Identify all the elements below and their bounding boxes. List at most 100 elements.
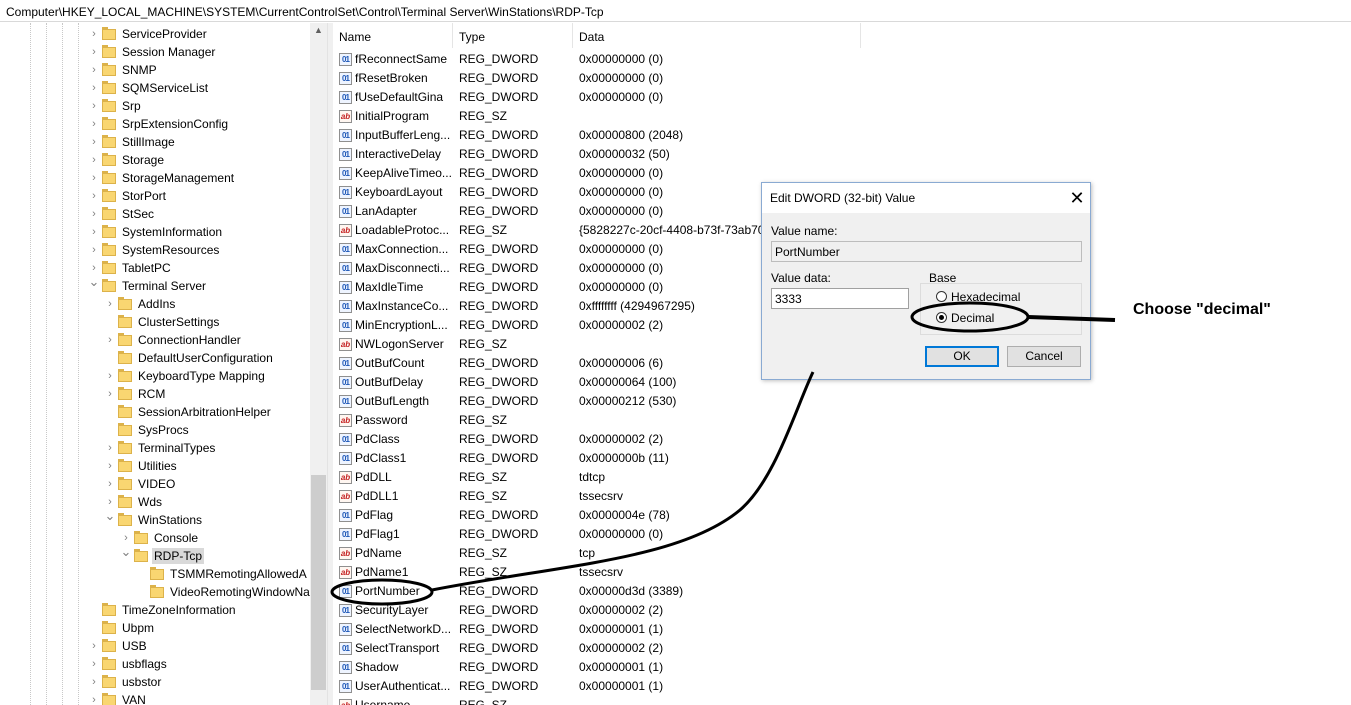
tree-item[interactable]: SysProcs — [104, 421, 191, 439]
tree-item[interactable]: › SystemResources — [88, 241, 221, 259]
tree-item[interactable]: › RCM — [104, 385, 167, 403]
value-name-field[interactable]: PortNumber — [771, 241, 1082, 262]
value-row[interactable]: 01 UserAuthenticat... REG_DWORD 0x00000001 … — [333, 677, 1351, 696]
hexadecimal-radio[interactable] — [936, 291, 947, 302]
tree-item[interactable]: › Srp — [88, 97, 143, 115]
value-row[interactable]: 01 PdFlag REG_DWORD 0x0000004e (78) — [333, 506, 1351, 525]
tree-item[interactable]: › SystemInformation — [88, 223, 224, 241]
tree-item[interactable]: › StillImage — [88, 133, 177, 151]
ok-button[interactable]: OK — [925, 346, 999, 367]
chevron-right-icon[interactable]: › — [104, 439, 116, 457]
tree-item[interactable]: › SNMP — [88, 61, 159, 79]
chevron-down-icon[interactable]: ⌄ — [104, 509, 116, 529]
registry-tree[interactable]: › ServiceProvider › Session Manager › SNMP › SQ… — [0, 23, 310, 705]
value-row[interactable]: 01 InputBufferLeng... REG_DWORD 0x00000800 … — [333, 126, 1351, 145]
tree-item[interactable]: › SQMServiceList — [88, 79, 210, 97]
value-row[interactable]: ab PdDLL1 REG_SZ tssecsrv — [333, 487, 1351, 506]
chevron-right-icon[interactable]: › — [104, 457, 116, 475]
value-row[interactable]: ab Password REG_SZ — [333, 411, 1351, 430]
tree-item[interactable]: TSMMRemotingAllowedA — [136, 565, 309, 583]
tree-item[interactable]: › ServiceProvider — [88, 25, 209, 43]
value-row[interactable]: 01 PdClass REG_DWORD 0x00000002 (2) — [333, 430, 1351, 449]
tree-item[interactable]: TimeZoneInformation — [88, 601, 238, 619]
value-row[interactable]: 01 SecurityLayer REG_DWORD 0x00000002 (2) — [333, 601, 1351, 620]
chevron-right-icon[interactable]: › — [88, 43, 100, 61]
chevron-right-icon[interactable]: › — [104, 475, 116, 493]
chevron-right-icon[interactable]: › — [88, 133, 100, 151]
tree-item[interactable]: VideoRemotingWindowNa — [136, 583, 310, 601]
chevron-right-icon[interactable]: › — [88, 223, 100, 241]
tree-item[interactable]: › VAN — [88, 691, 148, 705]
tree-item[interactable]: › StSec — [88, 205, 156, 223]
scroll-thumb[interactable] — [311, 475, 326, 690]
value-row[interactable]: 01 PdFlag1 REG_DWORD 0x00000000 (0) — [333, 525, 1351, 544]
value-row[interactable]: ab PdName1 REG_SZ tssecsrv — [333, 563, 1351, 582]
tree-item[interactable]: SessionArbitrationHelper — [104, 403, 273, 421]
value-row[interactable]: 01 PortNumber REG_DWORD 0x00000d3d (3389) — [333, 582, 1351, 601]
tree-item[interactable]: › StorageManagement — [88, 169, 236, 187]
tree-item[interactable]: › TerminalTypes — [104, 439, 217, 457]
close-icon[interactable]: ✕ — [1066, 185, 1088, 209]
value-row[interactable]: 01 fUseDefaultGina REG_DWORD 0x00000000 (0) — [333, 88, 1351, 107]
tree-item[interactable]: › ConnectionHandler — [104, 331, 243, 349]
tree-item[interactable]: › VIDEO — [104, 475, 177, 493]
value-row[interactable]: 01 fReconnectSame REG_DWORD 0x00000000 (0) — [333, 50, 1351, 69]
tree-item[interactable]: › SrpExtensionConfig — [88, 115, 230, 133]
chevron-down-icon[interactable]: ⌄ — [120, 545, 132, 565]
value-row[interactable]: 01 fResetBroken REG_DWORD 0x00000000 (0) — [333, 69, 1351, 88]
value-row[interactable]: 01 Shadow REG_DWORD 0x00000001 (1) — [333, 658, 1351, 677]
tree-item[interactable]: › TabletPC — [88, 259, 173, 277]
value-row[interactable]: 01 InteractiveDelay REG_DWORD 0x00000032 (5… — [333, 145, 1351, 164]
tree-item[interactable]: › Console — [120, 529, 200, 547]
column-header-data[interactable]: Data — [573, 23, 861, 48]
chevron-right-icon[interactable]: › — [104, 385, 116, 403]
tree-item[interactable]: › usbstor — [88, 673, 163, 691]
value-row[interactable]: 01 OutBufLength REG_DWORD 0x00000212 (530) — [333, 392, 1351, 411]
decimal-label[interactable]: Decimal — [951, 311, 994, 325]
tree-item[interactable]: › Session Manager — [88, 43, 217, 61]
chevron-right-icon[interactable]: › — [88, 97, 100, 115]
tree-item[interactable]: › Storage — [88, 151, 166, 169]
tree-item[interactable]: › usbflags — [88, 655, 169, 673]
tree-item[interactable]: › Utilities — [104, 457, 179, 475]
chevron-right-icon[interactable]: › — [88, 691, 100, 705]
value-row[interactable]: ab InitialProgram REG_SZ — [333, 107, 1351, 126]
chevron-right-icon[interactable]: › — [88, 25, 100, 43]
tree-item[interactable]: ClusterSettings — [104, 313, 221, 331]
tree-item[interactable]: › USB — [88, 637, 149, 655]
chevron-right-icon[interactable]: › — [88, 79, 100, 97]
chevron-right-icon[interactable]: › — [88, 241, 100, 259]
chevron-right-icon[interactable]: › — [88, 169, 100, 187]
chevron-right-icon[interactable]: › — [88, 205, 100, 223]
tree-item[interactable]: Ubpm — [88, 619, 156, 637]
tree-scrollbar[interactable]: ▲ — [310, 23, 327, 705]
value-row[interactable]: 01 SelectNetworkD... REG_DWORD 0x00000001 (… — [333, 620, 1351, 639]
tree-item[interactable]: › KeyboardType Mapping — [104, 367, 267, 385]
value-row[interactable]: 01 KeepAliveTimeo... REG_DWORD 0x00000000 (… — [333, 164, 1351, 183]
chevron-right-icon[interactable]: › — [88, 151, 100, 169]
chevron-right-icon[interactable]: › — [88, 655, 100, 673]
chevron-right-icon[interactable]: › — [88, 637, 100, 655]
chevron-down-icon[interactable]: ⌄ — [88, 275, 100, 295]
chevron-right-icon[interactable]: › — [104, 295, 116, 313]
value-row[interactable]: abUsername REG_SZ — [333, 696, 1351, 705]
value-row[interactable]: ab PdName REG_SZ tcp — [333, 544, 1351, 563]
column-header-type[interactable]: Type — [453, 23, 573, 48]
chevron-right-icon[interactable]: › — [88, 187, 100, 205]
chevron-right-icon[interactable]: › — [88, 673, 100, 691]
decimal-radio[interactable] — [936, 312, 947, 323]
value-row[interactable]: ab PdDLL REG_SZ tdtcp — [333, 468, 1351, 487]
tree-item[interactable]: ⌄ WinStations — [104, 509, 204, 529]
value-row[interactable]: 01 PdClass1 REG_DWORD 0x0000000b (11) — [333, 449, 1351, 468]
chevron-right-icon[interactable]: › — [88, 115, 100, 133]
tree-item[interactable]: ⌄ Terminal Server — [88, 275, 208, 295]
chevron-right-icon[interactable]: › — [104, 367, 116, 385]
tree-item[interactable]: › StorPort — [88, 187, 168, 205]
column-header-name[interactable]: Name — [333, 23, 453, 48]
chevron-right-icon[interactable]: › — [88, 61, 100, 79]
address-bar[interactable]: Computer\HKEY_LOCAL_MACHINE\SYSTEM\Curre… — [0, 0, 1351, 22]
hexadecimal-label[interactable]: Hexadecimal — [951, 290, 1020, 304]
tree-item[interactable]: ⌄ RDP-Tcp — [120, 545, 205, 565]
tree-item[interactable]: › AddIns — [104, 295, 177, 313]
cancel-button[interactable]: Cancel — [1007, 346, 1081, 367]
